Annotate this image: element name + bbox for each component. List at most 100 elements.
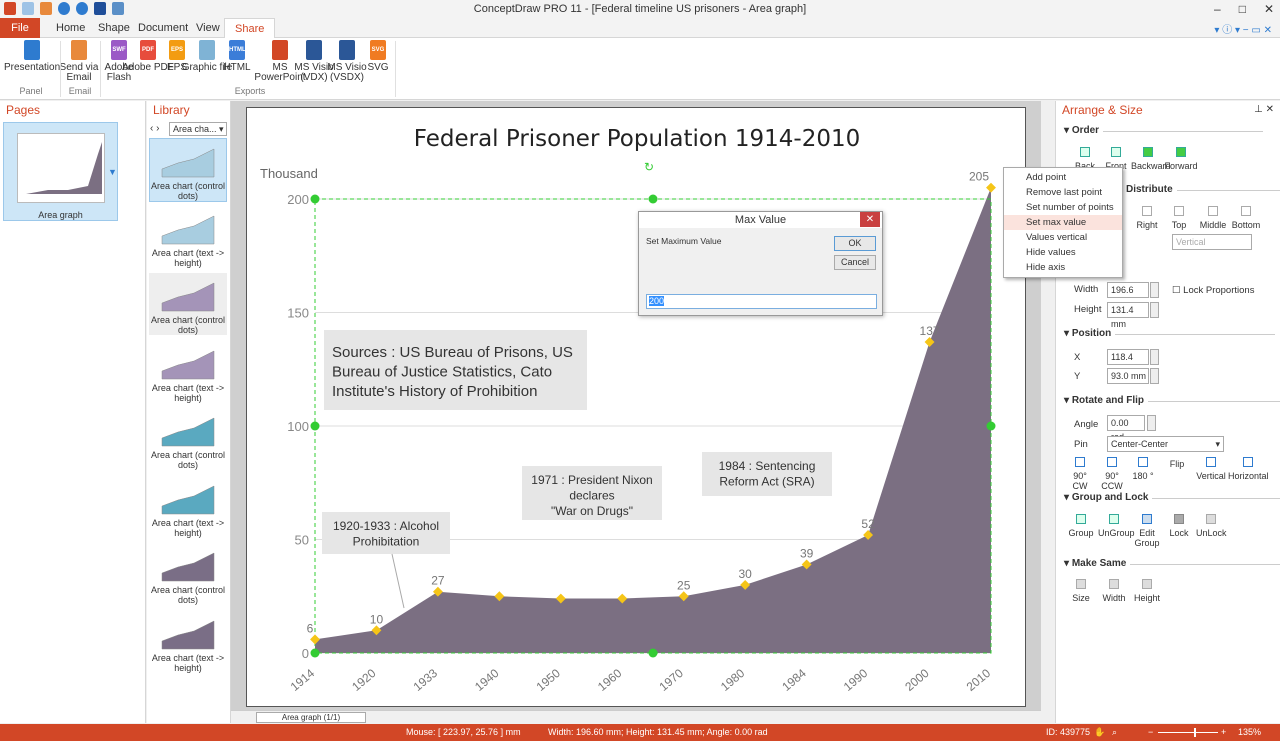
open-icon[interactable] — [40, 2, 52, 15]
tab-share[interactable]: Share — [224, 18, 276, 38]
section-order[interactable]: ▾ Order — [1064, 125, 1264, 136]
tab-file[interactable]: File — [0, 18, 40, 38]
svg-file-button[interactable]: SVG SVG — [350, 40, 406, 73]
y-tick-label: 50 — [295, 533, 309, 548]
library-item[interactable]: Area chart (control dots) — [149, 273, 227, 335]
hand-tool-icon[interactable]: ✋ — [1094, 724, 1105, 741]
unlock-button[interactable]: UnLock — [1196, 514, 1227, 538]
library-item-thumbnail — [158, 143, 218, 179]
rotate-90ccw-button[interactable]: 90° CCW — [1096, 457, 1128, 491]
edit-group-button[interactable]: Edit Group — [1134, 514, 1160, 548]
maximize-button[interactable]: □ — [1239, 2, 1246, 16]
new-icon[interactable] — [22, 2, 34, 15]
close-button[interactable]: ✕ — [1264, 2, 1274, 16]
library-item-thumbnail — [158, 480, 218, 516]
save-icon[interactable] — [94, 2, 106, 15]
minimize-button[interactable]: – — [1214, 2, 1221, 16]
section-distribute[interactable]: Distribute — [1126, 184, 1280, 195]
x-label: X — [1074, 352, 1081, 363]
distribute-dropdown[interactable]: Vertical — [1172, 234, 1252, 250]
y-spinner[interactable] — [1150, 368, 1159, 384]
data-label: 205 — [969, 170, 989, 184]
flip-vertical-button[interactable]: Vertical — [1194, 457, 1228, 481]
panel-pin-close-icon[interactable]: ⊥ ✕ — [1254, 104, 1274, 115]
x-spinner[interactable] — [1150, 349, 1159, 365]
library-item[interactable]: Area chart (control dots) — [149, 408, 227, 470]
library-item[interactable]: Area chart (text -> height) — [149, 341, 227, 403]
arrange-title: Arrange & Size — [1062, 103, 1143, 117]
menu-remove-last-point[interactable]: Remove last point — [1004, 185, 1122, 200]
height-input[interactable]: 131.4 mm — [1107, 302, 1149, 329]
ok-button[interactable]: OK — [834, 236, 876, 251]
cancel-button[interactable]: Cancel — [834, 255, 876, 270]
rotate-180-button[interactable]: 180 ° — [1130, 457, 1156, 481]
section-group-lock[interactable]: ▾ Group and Lock — [1064, 492, 1280, 503]
page-preview — [17, 133, 105, 203]
align-bottom-button[interactable]: Bottom — [1230, 206, 1262, 230]
flip-horizontal-button[interactable]: Horizontal — [1228, 457, 1269, 481]
page-thumbnail[interactable]: ▼ Area graph — [3, 122, 118, 221]
x-tick-label: 1960 — [595, 666, 625, 694]
data-label: 52 — [861, 517, 875, 531]
horizontal-scrollbar[interactable]: Area graph (1/1) — [231, 710, 1041, 724]
svg-file-icon: SVG — [370, 40, 386, 60]
library-item[interactable]: Area chart (text -> height) — [149, 476, 227, 538]
print-preview-icon[interactable] — [112, 2, 124, 15]
same-width-button[interactable]: Width — [1099, 579, 1129, 603]
same-height-button[interactable]: Height — [1132, 579, 1162, 603]
page-tab[interactable]: Area graph (1/1) — [256, 712, 366, 723]
rotate-90cw-button[interactable]: 90° CW — [1066, 457, 1094, 491]
menu-values-vertical[interactable]: Values vertical — [1004, 230, 1122, 245]
section-position[interactable]: ▾ Position — [1064, 328, 1277, 339]
pin-dropdown[interactable]: Center-Center ▾ — [1107, 436, 1224, 452]
x-input[interactable]: 118.4 mm — [1107, 349, 1149, 376]
align-middle-button[interactable]: Middle — [1198, 206, 1228, 230]
forward-button[interactable]: Forward — [1164, 147, 1198, 171]
library-dropdown[interactable]: Area cha... ▾ — [169, 122, 227, 136]
same-size-button[interactable]: Size — [1068, 579, 1094, 603]
library-item-label: Area chart (text -> height) — [151, 382, 225, 403]
menu-set-max-value[interactable]: Set max value — [1004, 215, 1122, 230]
library-nav-arrows[interactable]: ‹ › — [150, 123, 159, 134]
width-input[interactable]: 196.6 mm — [1107, 282, 1149, 309]
menu-hide-axis[interactable]: Hide axis — [1004, 260, 1122, 275]
library-item[interactable]: Area chart (text -> height) — [149, 206, 227, 268]
section-make-same[interactable]: ▾ Make Same — [1064, 558, 1280, 569]
menu-set-number-of-points[interactable]: Set number of points — [1004, 200, 1122, 215]
y-input[interactable]: 93.0 mm — [1107, 368, 1149, 384]
height-spinner[interactable] — [1150, 302, 1159, 318]
align-top-button[interactable]: Top — [1166, 206, 1192, 230]
area-chart[interactable]: Federal Prisoner Population 1914-2010 Tho… — [247, 108, 1027, 708]
zoom-slider[interactable] — [1158, 728, 1218, 737]
angle-spinner[interactable] — [1147, 415, 1156, 431]
align-right-button[interactable]: Right — [1134, 206, 1160, 230]
redo-icon[interactable] — [76, 2, 88, 15]
lock-proportions-checkbox[interactable]: ☐ Lock Proportions — [1172, 285, 1254, 296]
zoom-tool-icon[interactable]: ⌕ — [1112, 724, 1117, 741]
dialog-close-button[interactable]: ✕ — [860, 212, 880, 227]
library-dropdown-value: Area cha... — [173, 124, 217, 134]
help-icon[interactable]: ▾ ⓘ ▾ − ▭ ✕ — [1214, 21, 1272, 36]
section-rotate-flip[interactable]: ▾ Rotate and Flip — [1064, 395, 1280, 406]
library-item-thumbnail — [158, 412, 218, 448]
zoom-slider-thumb[interactable] — [1194, 728, 1196, 737]
drawing-page[interactable]: Federal Prisoner Population 1914-2010 Tho… — [246, 107, 1026, 707]
ungroup-button[interactable]: UnGroup — [1098, 514, 1135, 538]
width-spinner[interactable] — [1150, 282, 1159, 298]
max-value-input[interactable]: 200 — [646, 294, 877, 309]
lock-button[interactable]: Lock — [1166, 514, 1192, 538]
zoom-in-button[interactable]: + — [1221, 724, 1226, 741]
angle-input[interactable]: 0.00 rad — [1107, 415, 1145, 442]
menu-add-point[interactable]: Add point — [1004, 170, 1122, 185]
library-item[interactable]: Area chart (control dots) — [149, 543, 227, 605]
page-menu-arrow-icon[interactable]: ▼ — [108, 167, 117, 177]
menu-hide-values[interactable]: Hide values — [1004, 245, 1122, 260]
library-item[interactable]: Area chart (text -> height) — [149, 611, 227, 673]
undo-icon[interactable] — [58, 2, 70, 15]
library-item[interactable]: Area chart (control dots) — [149, 138, 227, 202]
group-button[interactable]: Group — [1068, 514, 1094, 538]
window-title: ConceptDraw PRO 11 - [Federal timeline U… — [473, 3, 807, 15]
backward-button[interactable]: Backward — [1131, 147, 1171, 171]
zoom-out-button[interactable]: − — [1148, 724, 1153, 741]
x-tick-label: 1940 — [472, 666, 502, 694]
